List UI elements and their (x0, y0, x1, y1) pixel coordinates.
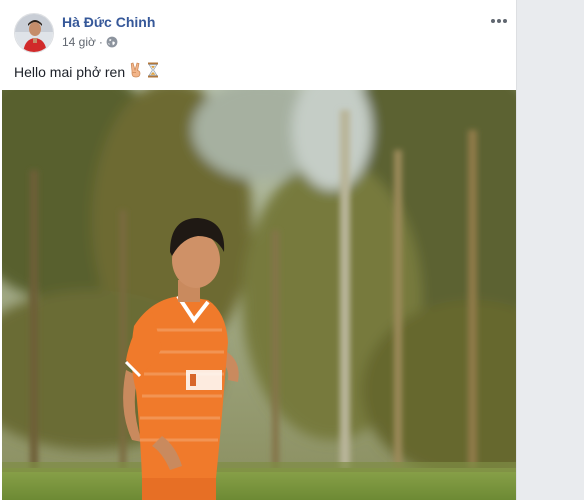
post-photo[interactable] (2, 90, 516, 500)
page: Hà Đức Chinh 14 giờ · Hello mai phở ren (0, 0, 584, 500)
globe-icon[interactable] (106, 36, 118, 48)
post-text: Hello mai phở ren (14, 62, 159, 81)
author-avatar[interactable] (14, 13, 54, 53)
post-time[interactable]: 14 giờ (62, 35, 96, 49)
post-header: Hà Đức Chinh 14 giờ · (0, 0, 516, 60)
meta-separator: · (98, 35, 103, 49)
avatar-image (15, 14, 53, 52)
more-options-icon (491, 19, 507, 23)
post-meta: 14 giờ · (62, 35, 118, 49)
more-options-button[interactable] (488, 12, 510, 30)
post-card: Hà Đức Chinh 14 giờ · Hello mai phở ren (0, 0, 517, 500)
victory-hand-icon (129, 62, 143, 81)
post-message: Hello mai phở ren (14, 63, 126, 80)
author-name[interactable]: Hà Đức Chinh (62, 14, 155, 30)
photo-image (2, 90, 516, 500)
hourglass-icon (147, 62, 159, 81)
